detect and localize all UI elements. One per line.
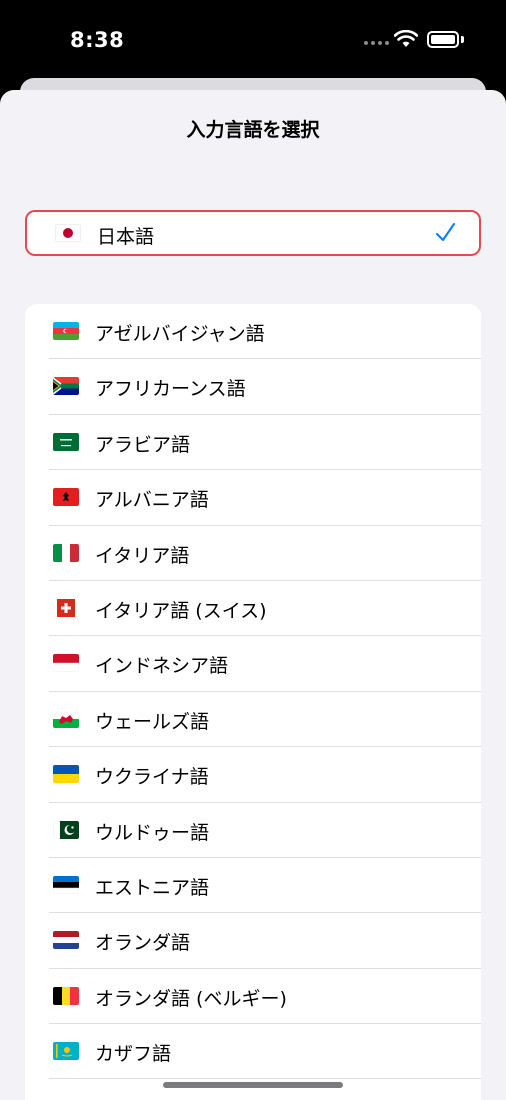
- selected-language-row[interactable]: 日本語: [25, 210, 481, 256]
- language-label: ウルドゥー語: [95, 821, 210, 844]
- language-label: アラビア語: [95, 433, 191, 456]
- language-row-kazakh[interactable]: カザフ語: [25, 1024, 481, 1080]
- belgium-flag-icon: [53, 986, 79, 1005]
- language-list[interactable]: アゼルバイジャン語 アフリカーンス語 アラビア語 アルバニア語 イタリア語 イタ…: [25, 304, 481, 1100]
- language-label: アルバニア語: [95, 489, 209, 512]
- language-row-ukrainian[interactable]: ウクライナ語: [25, 747, 481, 803]
- language-label: アフリカーンス語: [95, 378, 246, 401]
- sheet-title: 入力言語を選択: [186, 119, 320, 141]
- language-label: アゼルバイジャン語: [95, 323, 265, 345]
- language-row-azerbaijani[interactable]: アゼルバイジャン語: [25, 304, 481, 360]
- language-label: イタリア語: [95, 544, 190, 567]
- wifi-icon: [394, 30, 418, 47]
- albania-flag-icon: [53, 488, 79, 507]
- language-label: オランダ語 (ベルギー): [95, 987, 287, 1010]
- language-row-dutch-belgium[interactable]: オランダ語 (ベルギー): [25, 969, 481, 1025]
- language-picker-sheet: 入力言語を選択 日本語 アゼルバイジャン語 アフリカーンス語 アラビア語 アルバ…: [0, 90, 506, 1100]
- indonesia-flag-icon: [53, 654, 79, 673]
- home-indicator[interactable]: [163, 1082, 343, 1088]
- language-label: オランダ語: [95, 932, 191, 955]
- language-row-arabic[interactable]: アラビア語: [25, 415, 481, 471]
- netherlands-flag-icon: [53, 931, 79, 950]
- language-row-welsh[interactable]: ウェールズ語: [25, 692, 481, 748]
- row-divider: [49, 1078, 481, 1080]
- checkmark-icon: [436, 223, 455, 241]
- battery-tip: [461, 36, 464, 43]
- language-row-albanian[interactable]: アルバニア語: [25, 470, 481, 526]
- language-row-dutch[interactable]: オランダ語: [25, 913, 481, 969]
- azerbaijan-flag-icon: [53, 322, 79, 340]
- selected-language-label: 日本語: [97, 226, 155, 248]
- pakistan-flag-icon: [53, 820, 79, 839]
- cellular-signal-icon: [364, 41, 389, 45]
- ukraine-flag-icon: [53, 765, 79, 784]
- saudi-arabia-flag-icon: [53, 432, 79, 451]
- language-row-urdu[interactable]: ウルドゥー語: [25, 803, 481, 858]
- language-row-italian-switzerland[interactable]: イタリア語 (スイス): [25, 581, 481, 637]
- language-label: エストニア語: [95, 876, 210, 899]
- battery-icon: [427, 31, 459, 48]
- status-bar: 8:38: [0, 0, 506, 80]
- language-row-italian[interactable]: イタリア語: [25, 526, 481, 581]
- south-africa-flag-icon: [53, 377, 79, 396]
- language-label: インドネシア語: [95, 655, 229, 678]
- estonia-flag-icon: [53, 875, 79, 894]
- language-label: イタリア語 (スイス): [95, 599, 267, 622]
- status-time: 8:38: [70, 28, 125, 52]
- language-label: ウェールズ語: [95, 710, 210, 733]
- switzerland-flag-icon: [57, 598, 75, 617]
- language-row-estonian[interactable]: エストニア語: [25, 858, 481, 914]
- wales-flag-icon: [53, 709, 79, 728]
- italy-flag-icon: [53, 543, 79, 562]
- japan-flag-icon: [55, 224, 81, 242]
- language-label: カザフ語: [95, 1043, 172, 1066]
- language-row-indonesian[interactable]: インドネシア語: [25, 636, 481, 692]
- language-row-afrikaans[interactable]: アフリカーンス語: [25, 359, 481, 415]
- language-label: ウクライナ語: [95, 766, 209, 789]
- kazakhstan-flag-icon: [53, 1042, 79, 1061]
